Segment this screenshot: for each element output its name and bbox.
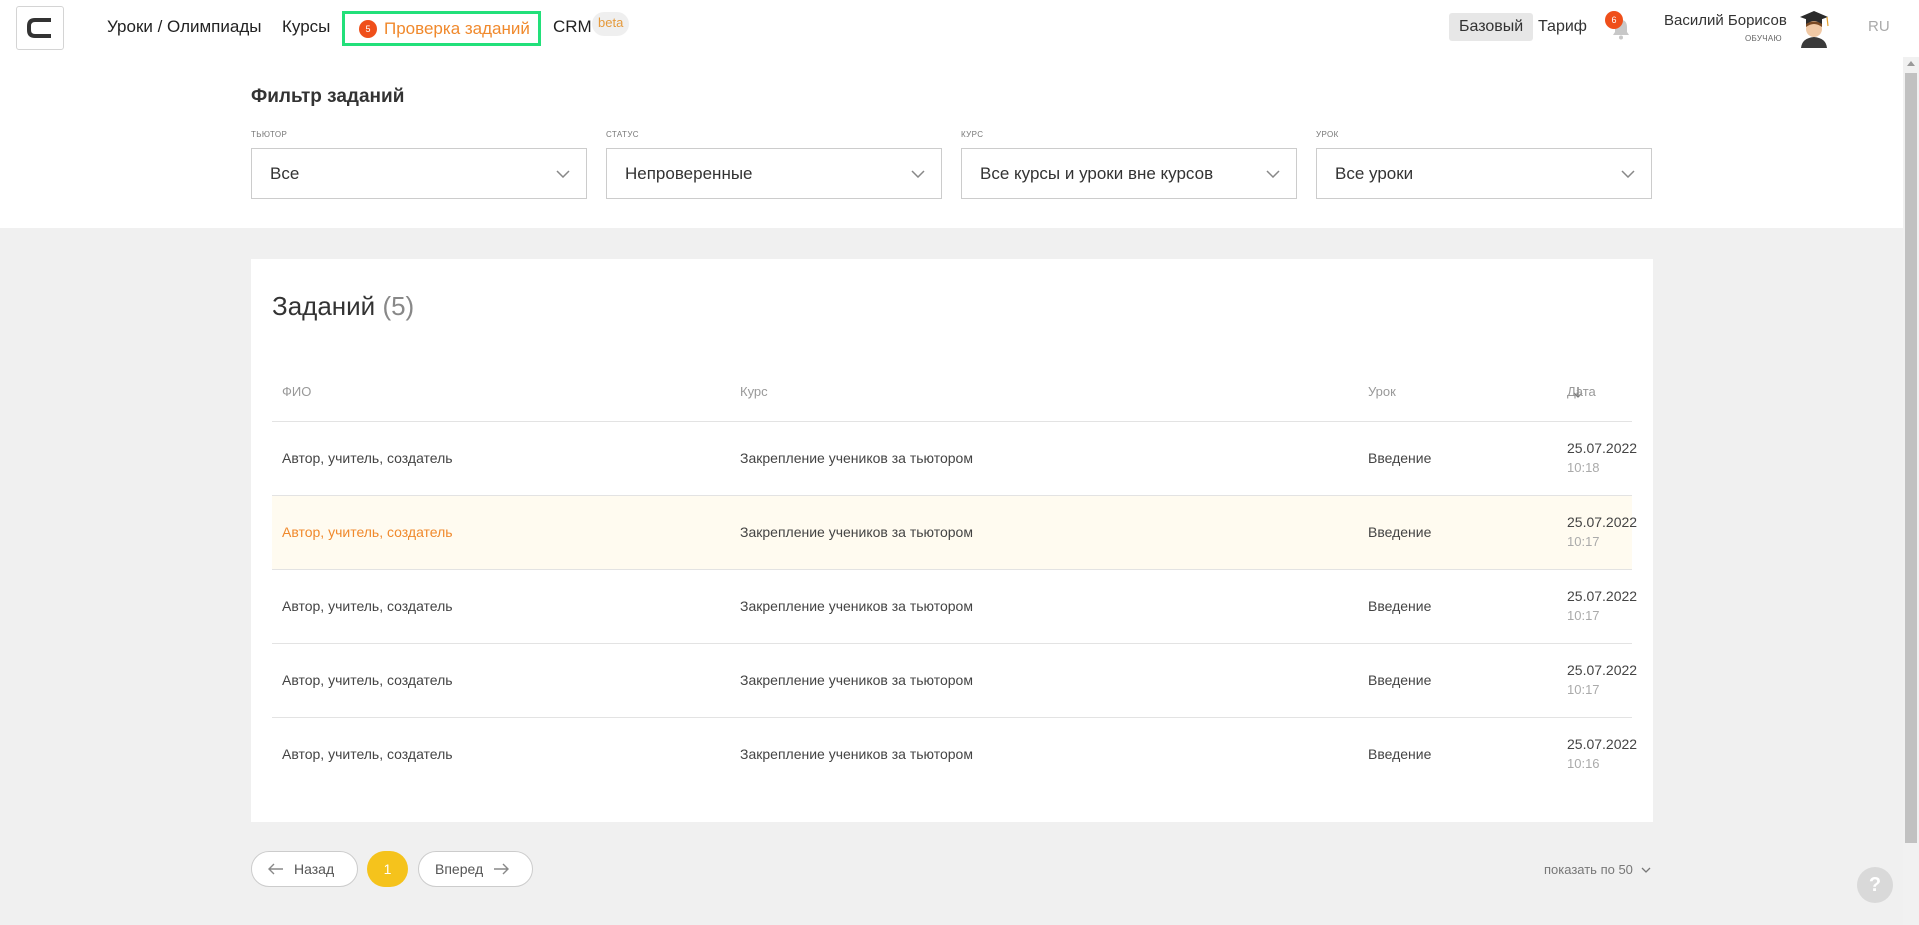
table-row[interactable]: Автор, учитель, создатель Закрепление уч… — [272, 496, 1637, 570]
filter-lesson: УРОК Все уроки — [1316, 130, 1652, 199]
filter-status-value: Непроверенные — [625, 163, 753, 183]
top-section: Уроки / Олимпиады Курсы 5 Проверка задан… — [0, 0, 1919, 228]
row-time: 10:17 — [1567, 608, 1600, 623]
user-role: ОБУЧАЮ — [1745, 34, 1782, 43]
nav-lessons[interactable]: Уроки / Олимпиады — [107, 17, 261, 37]
logo-icon — [27, 18, 51, 38]
tasks-title: Заданий (5) — [272, 291, 414, 322]
filter-lesson-select[interactable]: Все уроки — [1316, 148, 1652, 199]
filter-status-caption: СТАТУС — [606, 130, 639, 139]
row-course: Закрепление учеников за тьютором — [740, 524, 973, 540]
tasks-count: (5) — [382, 291, 415, 321]
row-course: Закрепление учеников за тьютором — [740, 598, 973, 614]
table-row[interactable]: Автор, учитель, создатель Закрепление уч… — [272, 644, 1637, 718]
table-row[interactable]: Автор, учитель, создатель Закрепление уч… — [272, 570, 1637, 644]
filter-tutor-select[interactable]: Все — [251, 148, 587, 199]
row-date: 25.07.2022 — [1567, 588, 1638, 604]
tasks-title-text: Заданий — [272, 291, 376, 321]
row-fio: Автор, учитель, создатель — [282, 598, 453, 614]
row-lesson: Введение — [1368, 672, 1432, 688]
row-lesson: Введение — [1368, 598, 1432, 614]
scrollbar-thumb[interactable] — [1905, 73, 1917, 843]
table-row[interactable]: Автор, учитель, создатель Закрепление уч… — [272, 718, 1637, 792]
per-page-select[interactable]: показать по 50 — [1544, 862, 1651, 877]
prev-page-button[interactable]: Назад — [251, 851, 358, 887]
scroll-up-icon[interactable] — [1907, 61, 1915, 66]
filter-course: КУРС Все курсы и уроки вне курсов — [961, 130, 1297, 199]
plan-badge[interactable]: Базовый — [1449, 13, 1534, 41]
column-lesson: Урок — [1368, 384, 1396, 399]
row-fio: Автор, учитель, создатель — [282, 672, 453, 688]
row-fio: Автор, учитель, создатель — [282, 746, 453, 762]
filter-title: Фильтр заданий — [251, 86, 405, 107]
nav-task-check-label: Проверка заданий — [384, 18, 530, 38]
row-fio: Автор, учитель, создатель — [282, 524, 453, 540]
chevron-down-icon — [556, 169, 570, 178]
tariff-link[interactable]: Тариф — [1538, 18, 1587, 36]
filter-course-caption: КУРС — [961, 130, 984, 139]
row-course: Закрепление учеников за тьютором — [740, 672, 973, 688]
arrow-left-icon — [268, 863, 283, 875]
row-time: 10:18 — [1567, 460, 1600, 475]
chevron-down-icon — [1641, 867, 1651, 873]
scrollbar[interactable] — [1903, 57, 1919, 925]
next-page-button[interactable]: Вперед — [418, 851, 533, 887]
row-time: 10:16 — [1567, 756, 1600, 771]
nav-courses[interactable]: Курсы — [282, 17, 330, 37]
column-date[interactable]: Дата — [1567, 384, 1596, 399]
filter-status-select[interactable]: Непроверенные — [606, 148, 942, 199]
tasks-card: Заданий (5) ФИО Курс Урок Дата Автор, уч… — [251, 259, 1653, 822]
notifications-badge: 6 — [1605, 11, 1623, 29]
column-date-label: Дата — [1567, 384, 1596, 399]
task-check-badge: 5 — [359, 19, 377, 38]
row-date: 25.07.2022 — [1567, 736, 1638, 752]
chevron-down-icon — [1621, 169, 1635, 178]
filter-tutor-value: Все — [270, 163, 300, 183]
filter-tutor: ТЬЮТОР Все — [251, 130, 587, 199]
row-date: 25.07.2022 — [1567, 514, 1638, 530]
chevron-down-icon — [1266, 169, 1280, 178]
nav-crm[interactable]: CRM — [553, 17, 592, 37]
row-course: Закрепление учеников за тьютором — [740, 746, 973, 762]
row-fio: Автор, учитель, создатель — [282, 450, 453, 466]
prev-page-label: Назад — [294, 861, 335, 877]
filter-course-select[interactable]: Все курсы и уроки вне курсов — [961, 148, 1297, 199]
filter-course-value: Все курсы и уроки вне курсов — [980, 163, 1214, 183]
row-lesson: Введение — [1368, 746, 1432, 762]
row-course: Закрепление учеников за тьютором — [740, 450, 973, 466]
per-page-label: показать по 50 — [1544, 862, 1633, 877]
filter-lesson-value: Все уроки — [1335, 163, 1414, 183]
row-lesson: Введение — [1368, 450, 1432, 466]
language-switch[interactable]: RU — [1868, 18, 1890, 35]
chevron-down-icon — [911, 169, 925, 178]
filter-tutor-caption: ТЬЮТОР — [251, 130, 288, 139]
row-time: 10:17 — [1567, 682, 1600, 697]
table-row[interactable]: Автор, учитель, создатель Закрепление уч… — [272, 422, 1637, 496]
filter-status: СТАТУС Непроверенные — [606, 130, 942, 199]
arrow-right-icon — [494, 863, 510, 875]
nav-task-check[interactable]: 5 Проверка заданий — [342, 11, 541, 46]
logo[interactable] — [16, 6, 64, 50]
help-button[interactable]: ? — [1857, 867, 1893, 903]
user-name[interactable]: Василий Борисов — [1664, 12, 1787, 29]
column-course: Курс — [740, 384, 768, 399]
next-page-label: Вперед — [435, 861, 484, 877]
filter-lesson-caption: УРОК — [1316, 130, 1339, 139]
row-time: 10:17 — [1567, 534, 1600, 549]
table-header: ФИО Курс Урок Дата — [272, 384, 1632, 422]
row-lesson: Введение — [1368, 524, 1432, 540]
row-date: 25.07.2022 — [1567, 662, 1638, 678]
column-fio: ФИО — [282, 384, 312, 399]
avatar[interactable] — [1797, 10, 1831, 48]
beta-badge: beta — [592, 12, 630, 36]
page-number-current[interactable]: 1 — [367, 851, 408, 887]
row-date: 25.07.2022 — [1567, 440, 1638, 456]
